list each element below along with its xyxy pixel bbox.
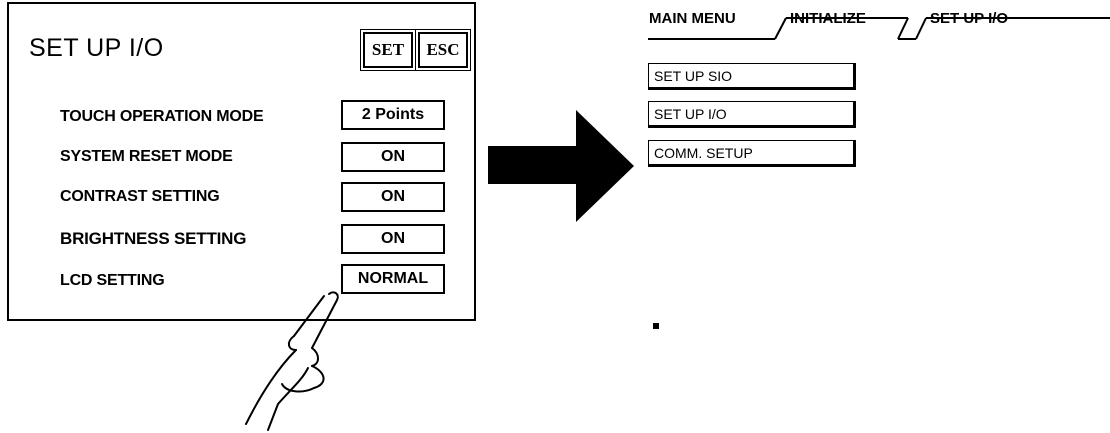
setup-io-panel: SET UP I/O SET ESC TOUCH OPERATION MODE …: [7, 2, 476, 321]
menu-item-comm-setup[interactable]: COMM. SETUP: [648, 140, 856, 167]
right-arrow-icon: [488, 110, 634, 222]
touch-operation-mode-label: TOUCH OPERATION MODE: [60, 108, 264, 125]
panel-title: SET UP I/O: [29, 34, 164, 62]
breadcrumb-set-up-io[interactable]: SET UP I/O: [930, 10, 1008, 27]
pointing-hand-icon: [245, 291, 339, 431]
contrast-setting-value[interactable]: ON: [341, 182, 445, 212]
breadcrumb-main-menu[interactable]: MAIN MENU: [649, 10, 736, 27]
set-button[interactable]: SET: [360, 29, 416, 71]
brightness-setting-value[interactable]: ON: [341, 224, 445, 254]
system-reset-mode-value[interactable]: ON: [341, 142, 445, 172]
esc-button[interactable]: ESC: [415, 29, 471, 71]
breadcrumb-initialize[interactable]: INITIALIZE: [790, 10, 866, 27]
menu-item-set-up-sio[interactable]: SET UP SIO: [648, 63, 856, 90]
contrast-setting-label: CONTRAST SETTING: [60, 188, 220, 205]
touch-operation-mode-value[interactable]: 2 Points: [341, 100, 445, 130]
brightness-setting-label: BRIGHTNESS SETTING: [60, 229, 247, 248]
lcd-setting-label: LCD SETTING: [60, 272, 165, 289]
system-reset-mode-label: SYSTEM RESET MODE: [60, 148, 233, 165]
menu-item-set-up-io[interactable]: SET UP I/O: [648, 101, 856, 128]
marker-dot: [653, 323, 659, 329]
